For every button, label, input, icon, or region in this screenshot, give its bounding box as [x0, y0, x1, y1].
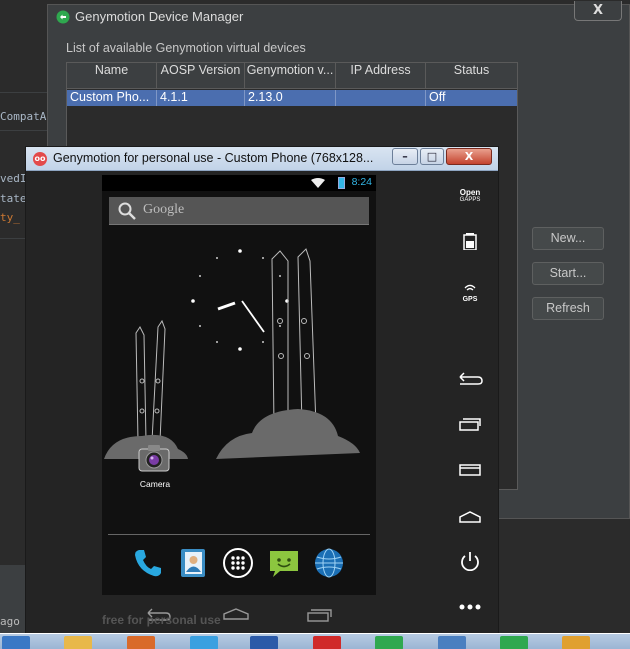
media-player-icon[interactable] — [127, 636, 155, 649]
open-gapps-widget[interactable]: Open GAPPS — [446, 189, 494, 204]
search-placeholder: Google — [143, 202, 185, 217]
power-icon[interactable] — [446, 551, 494, 571]
gps-icon — [464, 284, 476, 291]
skis-left-illustration — [135, 319, 166, 442]
player-title: Genymotion for personal use - Custom Pho… — [53, 151, 374, 165]
new-device-button[interactable]: New... — [532, 227, 604, 250]
camera-label: Camera — [139, 479, 171, 489]
minimize-button[interactable]: – — [392, 148, 418, 165]
battery-icon — [338, 177, 345, 189]
ide-code-line: tate — [0, 192, 27, 205]
green-app-icon[interactable] — [375, 636, 403, 649]
start-button[interactable]: Start... — [532, 262, 604, 285]
gps-label: GPS — [462, 296, 478, 303]
menu-icon[interactable] — [446, 463, 494, 477]
personal-use-watermark: free for personal use — [102, 613, 221, 627]
recent-apps-icon[interactable] — [446, 417, 494, 431]
nav-recent-apps-icon[interactable] — [307, 609, 332, 622]
ide-gutter-line — [0, 92, 48, 93]
device-screen[interactable]: 8:24 Google Camera — [102, 175, 376, 595]
ide-gutter-line — [0, 130, 48, 131]
cell-name: Custom Pho... — [67, 90, 157, 106]
wifi-icon — [311, 178, 325, 188]
search-icon — [118, 202, 136, 220]
browser-icon[interactable] — [313, 547, 345, 579]
close-button[interactable]: X — [446, 148, 492, 165]
gps-widget[interactable]: GPS — [446, 277, 494, 304]
close-button[interactable]: X — [574, 1, 622, 21]
file-explorer-icon[interactable] — [64, 636, 92, 649]
column-header-name[interactable]: Name — [67, 63, 157, 89]
word-icon[interactable] — [250, 636, 278, 649]
hill-right — [216, 409, 360, 459]
android-status-bar: 8:24 — [102, 175, 376, 191]
windows-taskbar — [0, 633, 630, 649]
player-titlebar[interactable]: oo Genymotion for personal use - Custom … — [26, 147, 498, 171]
open-gapps-label: Open — [459, 188, 481, 197]
google-search-bar[interactable]: Google — [109, 197, 369, 225]
cell-ip-address — [336, 90, 426, 106]
column-header-ip-address[interactable]: IP Address — [336, 63, 426, 89]
dock-divider — [108, 534, 370, 535]
maximize-button[interactable]: □ — [420, 148, 444, 165]
phone-icon[interactable] — [132, 547, 164, 579]
open-gapps-sublabel: GAPPS — [459, 197, 481, 203]
table-row[interactable]: Custom Pho... 4.1.1 2.13.0 Off — [67, 90, 517, 106]
red-app-icon[interactable] — [313, 636, 341, 649]
column-header-status[interactable]: Status — [426, 63, 517, 89]
more-options-icon[interactable] — [446, 603, 494, 611]
app-drawer-icon[interactable] — [222, 547, 254, 579]
device-list-caption: List of available Genymotion virtual dev… — [66, 41, 306, 55]
start-orb-icon[interactable] — [2, 636, 30, 649]
genymotion-side-toolbar: Open GAPPS GPS — [446, 175, 494, 625]
genymotion-player-window: oo Genymotion for personal use - Custom … — [25, 146, 499, 636]
ide-code-line: ty_ — [0, 211, 20, 224]
messaging-icon[interactable] — [268, 547, 300, 579]
genymotion-logo-icon — [56, 10, 70, 24]
home-icon[interactable] — [446, 510, 494, 524]
genymotion-app-icon: oo — [33, 152, 47, 166]
cell-genymotion-version: 2.13.0 — [245, 90, 336, 106]
nav-home-icon[interactable] — [223, 608, 249, 620]
analog-clock-widget — [191, 249, 289, 351]
refresh-button[interactable]: Refresh — [532, 297, 604, 320]
back-icon[interactable] — [446, 371, 494, 385]
ide-code-line: CompatA — [0, 110, 47, 123]
blue-app-icon[interactable] — [438, 636, 466, 649]
chrome-icon[interactable] — [562, 636, 590, 649]
battery-widget-icon[interactable] — [446, 232, 494, 250]
internet-explorer-icon[interactable] — [190, 636, 218, 649]
skis-right-illustration — [271, 248, 317, 427]
ide-status-text: ago — [0, 615, 20, 628]
column-header-genymotion-version[interactable]: Genymotion v... — [245, 63, 336, 89]
device-manager-titlebar[interactable]: Genymotion Device Manager X — [48, 1, 629, 29]
camera-icon — [138, 445, 170, 472]
ide-code-line: vedI — [0, 172, 27, 185]
device-manager-title: Genymotion Device Manager — [75, 9, 244, 24]
cell-status: Off — [429, 90, 446, 104]
contacts-icon[interactable] — [177, 547, 209, 579]
cell-aosp-version: 4.1.1 — [157, 90, 245, 106]
genymotion-taskbar-icon[interactable] — [500, 636, 528, 649]
column-header-aosp-version[interactable]: AOSP Version — [157, 63, 245, 89]
status-time: 8:24 — [351, 176, 372, 188]
